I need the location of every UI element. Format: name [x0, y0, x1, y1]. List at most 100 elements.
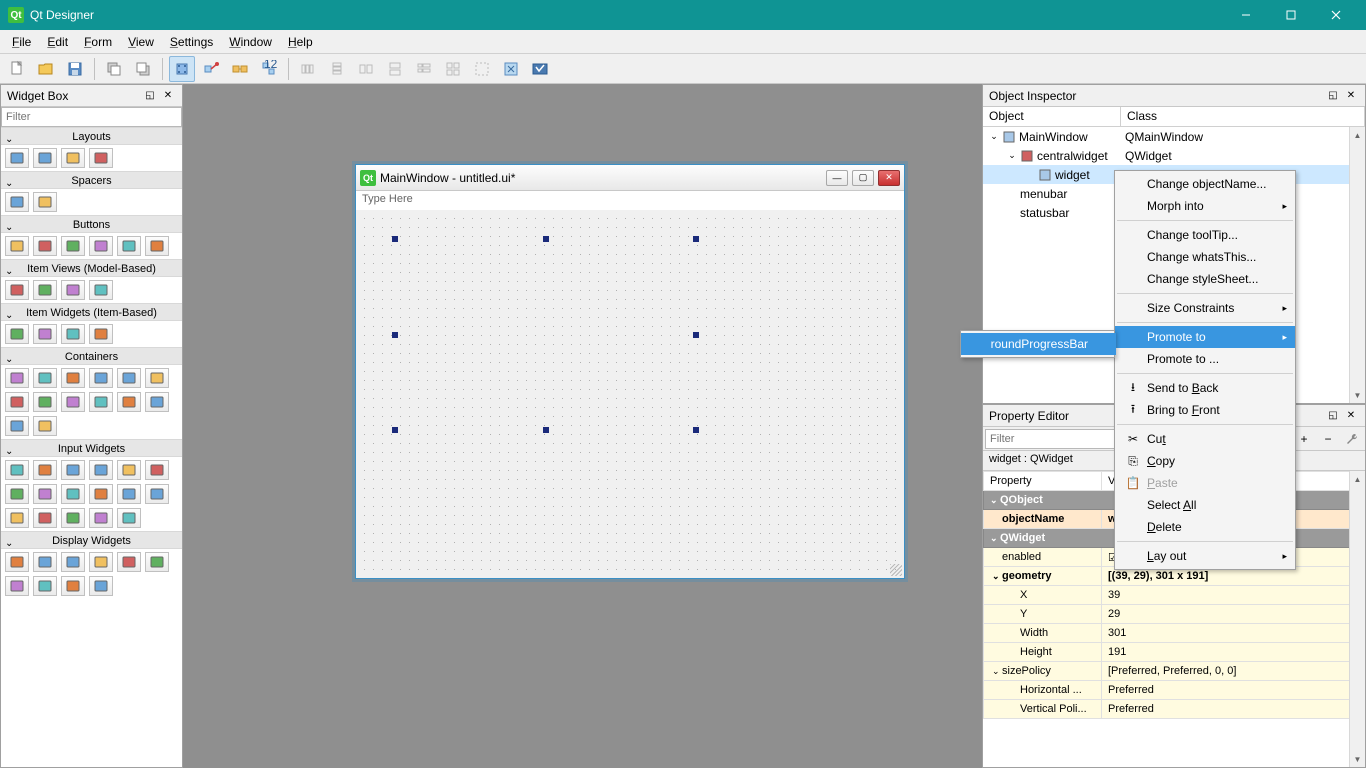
- edit-widgets-button[interactable]: [169, 56, 195, 82]
- resize-handle-w[interactable]: [392, 332, 398, 338]
- form-minimize-button[interactable]: —: [826, 170, 848, 186]
- wb-section-input-widgets[interactable]: ⌄Input Widgets: [1, 439, 182, 457]
- wb-item[interactable]: [145, 552, 169, 572]
- oi-col-class[interactable]: Class: [1121, 107, 1365, 126]
- ctx-cut[interactable]: ✂Cut: [1115, 428, 1295, 450]
- design-canvas[interactable]: Qt MainWindow - untitled.ui* — ▢ ✕ Type …: [183, 84, 982, 768]
- wb-item[interactable]: [5, 236, 29, 256]
- ctx-promote-to-[interactable]: Promote to ...: [1115, 348, 1295, 370]
- wb-item[interactable]: [5, 484, 29, 504]
- oi-scrollbar[interactable]: ▲▼: [1349, 127, 1365, 403]
- wb-item[interactable]: [33, 416, 57, 436]
- wb-item[interactable]: [5, 280, 29, 300]
- wb-item[interactable]: [61, 280, 85, 300]
- object-inspector-close-button[interactable]: ✕: [1343, 88, 1359, 104]
- wb-item[interactable]: [5, 460, 29, 480]
- ctx-bring-to-front[interactable]: ⭱Bring to Front: [1115, 399, 1295, 421]
- wb-item[interactable]: [33, 192, 57, 212]
- wb-item[interactable]: [61, 368, 85, 388]
- ctx-change-whatsthis-[interactable]: Change whatsThis...: [1115, 246, 1295, 268]
- ctx-send-to-back[interactable]: ⭳Send to Back: [1115, 377, 1295, 399]
- resize-handle-sw[interactable]: [392, 427, 398, 433]
- pe-prop-X[interactable]: X39: [984, 586, 1365, 605]
- wb-item[interactable]: [89, 484, 113, 504]
- form-menubar[interactable]: Type Here: [356, 191, 904, 210]
- pe-wrench-button[interactable]: [1341, 428, 1363, 450]
- wb-item[interactable]: [61, 148, 85, 168]
- wb-item[interactable]: [61, 576, 85, 596]
- resize-handle-e[interactable]: [693, 332, 699, 338]
- pe-prop-VerticalPoli[interactable]: Vertical Poli...Preferred: [984, 700, 1365, 719]
- wb-item[interactable]: [89, 576, 113, 596]
- wb-item[interactable]: [5, 392, 29, 412]
- ctx-delete[interactable]: Delete: [1115, 516, 1295, 538]
- save-file-button[interactable]: [62, 56, 88, 82]
- wb-item[interactable]: [89, 236, 113, 256]
- layout-hsplitter-button[interactable]: [353, 56, 379, 82]
- wb-item[interactable]: [117, 460, 141, 480]
- minimize-button[interactable]: [1223, 0, 1268, 30]
- oi-col-object[interactable]: Object: [983, 107, 1121, 126]
- ctx-promote-to[interactable]: Promote to▸: [1115, 326, 1295, 348]
- menu-window[interactable]: Window: [221, 32, 280, 52]
- wb-item[interactable]: [33, 552, 57, 572]
- wb-item[interactable]: [33, 368, 57, 388]
- wb-item[interactable]: [33, 576, 57, 596]
- property-editor-close-button[interactable]: ✕: [1343, 408, 1359, 424]
- oi-row-centralwidget[interactable]: ⌄centralwidgetQWidget: [983, 146, 1365, 165]
- wb-item[interactable]: [145, 484, 169, 504]
- wb-item[interactable]: [33, 148, 57, 168]
- menu-file[interactable]: File: [4, 32, 39, 52]
- pe-prop-Y[interactable]: Y29: [984, 605, 1365, 624]
- ctx-select-all[interactable]: Select All: [1115, 494, 1295, 516]
- resize-handle-se[interactable]: [693, 427, 699, 433]
- wb-item[interactable]: [5, 148, 29, 168]
- ctx-sub-roundProgressBar[interactable]: roundProgressBar: [961, 333, 1116, 355]
- wb-item[interactable]: [117, 392, 141, 412]
- ctx-copy[interactable]: ⎘Copy: [1115, 450, 1295, 472]
- context-menu[interactable]: Change objectName...Morph into▸Change to…: [1114, 170, 1296, 570]
- open-file-button[interactable]: [33, 56, 59, 82]
- pe-prop-Width[interactable]: Width301: [984, 624, 1365, 643]
- resize-handle-s[interactable]: [543, 427, 549, 433]
- wb-item[interactable]: [117, 236, 141, 256]
- wb-item[interactable]: [117, 552, 141, 572]
- wb-item[interactable]: [61, 552, 85, 572]
- resize-handle-n[interactable]: [543, 236, 549, 242]
- property-editor-undock-button[interactable]: ◱: [1325, 408, 1341, 424]
- widget-box-close-button[interactable]: ✕: [160, 88, 176, 104]
- wb-item[interactable]: [33, 392, 57, 412]
- form-body[interactable]: [356, 210, 904, 578]
- wb-item[interactable]: [33, 236, 57, 256]
- layout-grid-button[interactable]: [440, 56, 466, 82]
- pe-prop-Horizontal[interactable]: Horizontal ...Preferred: [984, 681, 1365, 700]
- edit-taborder-button[interactable]: 12: [256, 56, 282, 82]
- wb-item[interactable]: [145, 368, 169, 388]
- wb-item[interactable]: [117, 368, 141, 388]
- wb-item[interactable]: [89, 280, 113, 300]
- preview-button[interactable]: [527, 56, 553, 82]
- wb-item[interactable]: [89, 508, 113, 528]
- menu-help[interactable]: Help: [280, 32, 321, 52]
- ctx-change-objectname-[interactable]: Change objectName...: [1115, 173, 1295, 195]
- pe-scrollbar[interactable]: ▲▼: [1349, 471, 1365, 767]
- form-resize-grip[interactable]: [890, 564, 902, 576]
- wb-item[interactable]: [145, 236, 169, 256]
- wb-item[interactable]: [61, 324, 85, 344]
- wb-item[interactable]: [61, 392, 85, 412]
- wb-section-item-views-model-based-[interactable]: ⌄Item Views (Model-Based): [1, 259, 182, 277]
- pe-plus-button[interactable]: +: [1293, 428, 1315, 450]
- layout-vsplitter-button[interactable]: [382, 56, 408, 82]
- ctx-lay-out[interactable]: Lay out▸: [1115, 545, 1295, 567]
- break-layout-button[interactable]: [469, 56, 495, 82]
- edit-buddies-button[interactable]: [227, 56, 253, 82]
- selected-widget[interactable]: [395, 239, 696, 430]
- wb-item[interactable]: [33, 280, 57, 300]
- menu-edit[interactable]: Edit: [39, 32, 76, 52]
- wb-item[interactable]: [5, 324, 29, 344]
- wb-item[interactable]: [89, 324, 113, 344]
- wb-item[interactable]: [33, 324, 57, 344]
- layout-form-button[interactable]: [411, 56, 437, 82]
- close-button[interactable]: [1313, 0, 1358, 30]
- wb-item[interactable]: [89, 148, 113, 168]
